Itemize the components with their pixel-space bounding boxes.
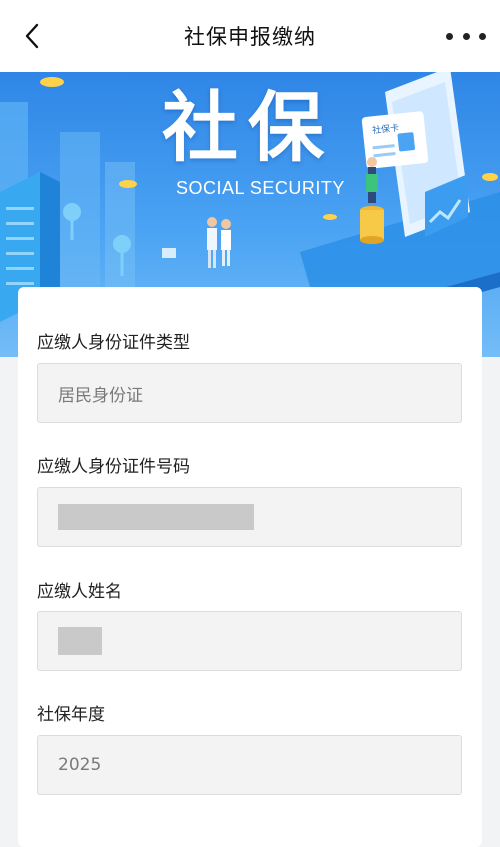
name-label: 应缴人姓名 (37, 582, 122, 602)
year-value: 2025 (58, 755, 102, 775)
nav-header: 社保申报缴纳 (0, 0, 500, 72)
more-button[interactable] (446, 26, 486, 46)
chevron-left-icon (25, 23, 39, 49)
year-field[interactable]: 2025 (37, 735, 462, 795)
id-number-field[interactable] (37, 487, 462, 547)
name-field[interactable] (37, 611, 462, 671)
redacted-id-number (58, 504, 254, 530)
back-button[interactable] (18, 22, 46, 50)
banner-subtitle: SOCIAL SECURITY (176, 178, 345, 198)
year-label: 社保年度 (37, 705, 105, 725)
id-type-label: 应缴人身份证件类型 (37, 333, 190, 353)
more-horizontal-icon (446, 32, 453, 40)
redacted-name (58, 627, 102, 655)
page-title: 社保申报缴纳 (184, 25, 316, 49)
banner-title: 社保 (162, 83, 334, 172)
id-number-label: 应缴人身份证件号码 (37, 457, 190, 477)
id-type-field[interactable]: 居民身份证 (37, 363, 462, 423)
id-type-value: 居民身份证 (58, 385, 143, 406)
